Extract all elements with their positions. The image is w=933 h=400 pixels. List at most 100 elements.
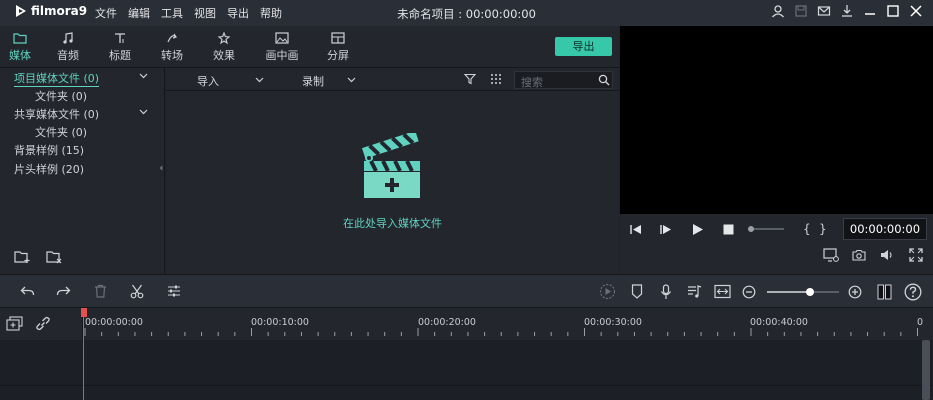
tab-titles-label: 标题 bbox=[109, 49, 131, 62]
play-icon[interactable] bbox=[692, 223, 704, 236]
mark-in-button[interactable]: { bbox=[803, 222, 811, 236]
close-icon[interactable] bbox=[909, 4, 923, 18]
record-chevron-down-icon[interactable] bbox=[347, 77, 356, 83]
mail-icon[interactable] bbox=[817, 4, 831, 18]
delete-folder-icon[interactable] bbox=[46, 250, 63, 264]
ruler-label-40s: 00:00:40:00 bbox=[750, 317, 808, 328]
import-chevron-down-icon[interactable] bbox=[255, 77, 264, 83]
maximize-icon[interactable] bbox=[886, 4, 900, 18]
zoom-out-icon[interactable] bbox=[742, 285, 756, 299]
ruler-label-20s: 00:00:20:00 bbox=[418, 317, 476, 328]
preview-progress-slider[interactable] bbox=[747, 225, 785, 233]
split-screen-icon bbox=[331, 32, 345, 44]
tab-split-screen-label: 分屏 bbox=[327, 49, 349, 62]
fullscreen-icon[interactable] bbox=[909, 248, 923, 262]
tree-project-media[interactable]: 项目媒体文件 (0) bbox=[14, 70, 100, 87]
preview-screen bbox=[620, 26, 933, 214]
adjust-sliders-icon[interactable] bbox=[167, 284, 181, 298]
text-icon bbox=[115, 33, 125, 43]
previous-frame-icon[interactable] bbox=[630, 224, 642, 235]
record-dropdown-label[interactable]: 录制 bbox=[302, 73, 324, 89]
pip-icon bbox=[275, 32, 289, 44]
media-drop-area[interactable]: 在此处导入媒体文件 bbox=[166, 91, 619, 274]
grid-view-icon[interactable] bbox=[490, 73, 502, 85]
stop-icon[interactable] bbox=[723, 224, 734, 235]
export-button[interactable]: 导出 bbox=[555, 37, 612, 56]
volume-icon[interactable] bbox=[880, 249, 894, 261]
display-settings-icon[interactable] bbox=[823, 248, 839, 262]
edit-toolbar bbox=[0, 274, 933, 308]
ruler-tick-marks bbox=[84, 328, 918, 336]
download-icon[interactable] bbox=[840, 4, 854, 18]
minimize-icon[interactable] bbox=[863, 4, 877, 18]
add-track-icon[interactable] bbox=[6, 316, 23, 331]
music-note-icon bbox=[63, 32, 73, 44]
title-bar: filmora9 文件 编辑 工具 视图 导出 帮助 未命名项目 : 00:00… bbox=[0, 0, 933, 26]
ruler-label-0: 00:00:00:00 bbox=[85, 317, 143, 328]
search-input[interactable]: 搜索 bbox=[514, 71, 613, 89]
delete-icon[interactable] bbox=[94, 284, 107, 298]
playhead-handle[interactable] bbox=[81, 308, 87, 317]
zoom-in-icon[interactable] bbox=[848, 285, 862, 299]
tab-media[interactable]: 媒体 bbox=[0, 32, 40, 63]
preview-timecode: 00:00:00:00 bbox=[843, 218, 927, 240]
timeline-ruler[interactable]: 00:00:00:00 00:00:10:00 00:00:20:00 00:0… bbox=[83, 308, 933, 340]
media-library-tree: 项目媒体文件 (0) 文件夹 (0) 共享媒体文件 (0) 文件夹 (0) 背景… bbox=[0, 68, 165, 274]
tab-effects-label: 效果 bbox=[213, 49, 235, 62]
render-preview-icon[interactable] bbox=[599, 283, 617, 300]
search-icon[interactable] bbox=[598, 74, 610, 86]
timeline-vertical-scrollbar[interactable] bbox=[922, 340, 930, 400]
timeline-zoom-slider[interactable] bbox=[766, 287, 840, 297]
undo-icon[interactable] bbox=[20, 285, 35, 298]
link-icon[interactable] bbox=[35, 316, 51, 331]
tree-intro-samples[interactable]: 片头样例 (20) bbox=[14, 161, 84, 177]
tab-pip-label: 画中画 bbox=[265, 49, 299, 62]
ruler-label-10s: 00:00:10:00 bbox=[251, 317, 309, 328]
resource-toolbar: 媒体 音频 标题 转场 效果 画中画 分屏 bbox=[0, 26, 619, 68]
tree-background-samples[interactable]: 背景样例 (15) bbox=[14, 142, 84, 158]
mark-out-button[interactable]: } bbox=[819, 222, 827, 236]
marker-icon[interactable] bbox=[631, 284, 643, 299]
next-frame-icon[interactable] bbox=[660, 224, 672, 235]
tab-audio[interactable]: 音频 bbox=[48, 32, 88, 63]
tab-transitions-label: 转场 bbox=[161, 49, 183, 62]
audio-track[interactable] bbox=[0, 386, 933, 400]
import-media-hint[interactable]: 在此处导入媒体文件 bbox=[166, 215, 619, 231]
tab-titles[interactable]: 标题 bbox=[100, 32, 140, 63]
filter-icon[interactable] bbox=[464, 73, 476, 85]
tree-shared-media[interactable]: 共享媒体文件 (0) bbox=[14, 106, 99, 122]
chevron-down-icon[interactable] bbox=[139, 73, 148, 79]
panel-layout-icon[interactable] bbox=[877, 284, 892, 300]
tab-split-screen[interactable]: 分屏 bbox=[318, 32, 358, 63]
ruler-label-30s: 00:00:30:00 bbox=[584, 317, 642, 328]
import-dropdown-label[interactable]: 导入 bbox=[197, 73, 219, 89]
tree-shared-folder[interactable]: 文件夹 (0) bbox=[35, 124, 87, 140]
snapshot-camera-icon[interactable] bbox=[852, 249, 866, 261]
transition-icon bbox=[167, 33, 177, 43]
ruler-label-end: 0 bbox=[917, 317, 924, 328]
chevron-down-icon[interactable] bbox=[139, 109, 148, 115]
search-placeholder: 搜索 bbox=[521, 76, 543, 89]
account-icon[interactable] bbox=[771, 4, 785, 18]
tab-audio-label: 音频 bbox=[57, 49, 79, 62]
folder-icon bbox=[13, 33, 27, 44]
effects-icon bbox=[217, 32, 231, 44]
redo-icon[interactable] bbox=[56, 285, 71, 298]
clapperboard-import-icon[interactable] bbox=[361, 133, 423, 199]
fit-timeline-icon[interactable] bbox=[714, 284, 731, 299]
tab-effects[interactable]: 效果 bbox=[204, 32, 244, 63]
playhead[interactable] bbox=[83, 308, 84, 400]
new-folder-icon[interactable] bbox=[14, 250, 31, 264]
help-icon[interactable] bbox=[904, 283, 922, 301]
tab-media-label: 媒体 bbox=[9, 49, 31, 62]
tree-project-folder[interactable]: 文件夹 (0) bbox=[35, 88, 87, 104]
tab-transitions[interactable]: 转场 bbox=[152, 32, 192, 63]
microphone-icon[interactable] bbox=[660, 284, 672, 300]
collapse-panel-icon[interactable] bbox=[159, 165, 163, 171]
save-icon[interactable] bbox=[794, 4, 808, 18]
split-scissors-icon[interactable] bbox=[130, 284, 144, 299]
window-controls bbox=[771, 4, 923, 18]
voiceover-music-icon[interactable] bbox=[687, 284, 702, 299]
video-track[interactable] bbox=[0, 340, 933, 386]
tab-pip[interactable]: 画中画 bbox=[262, 32, 302, 63]
